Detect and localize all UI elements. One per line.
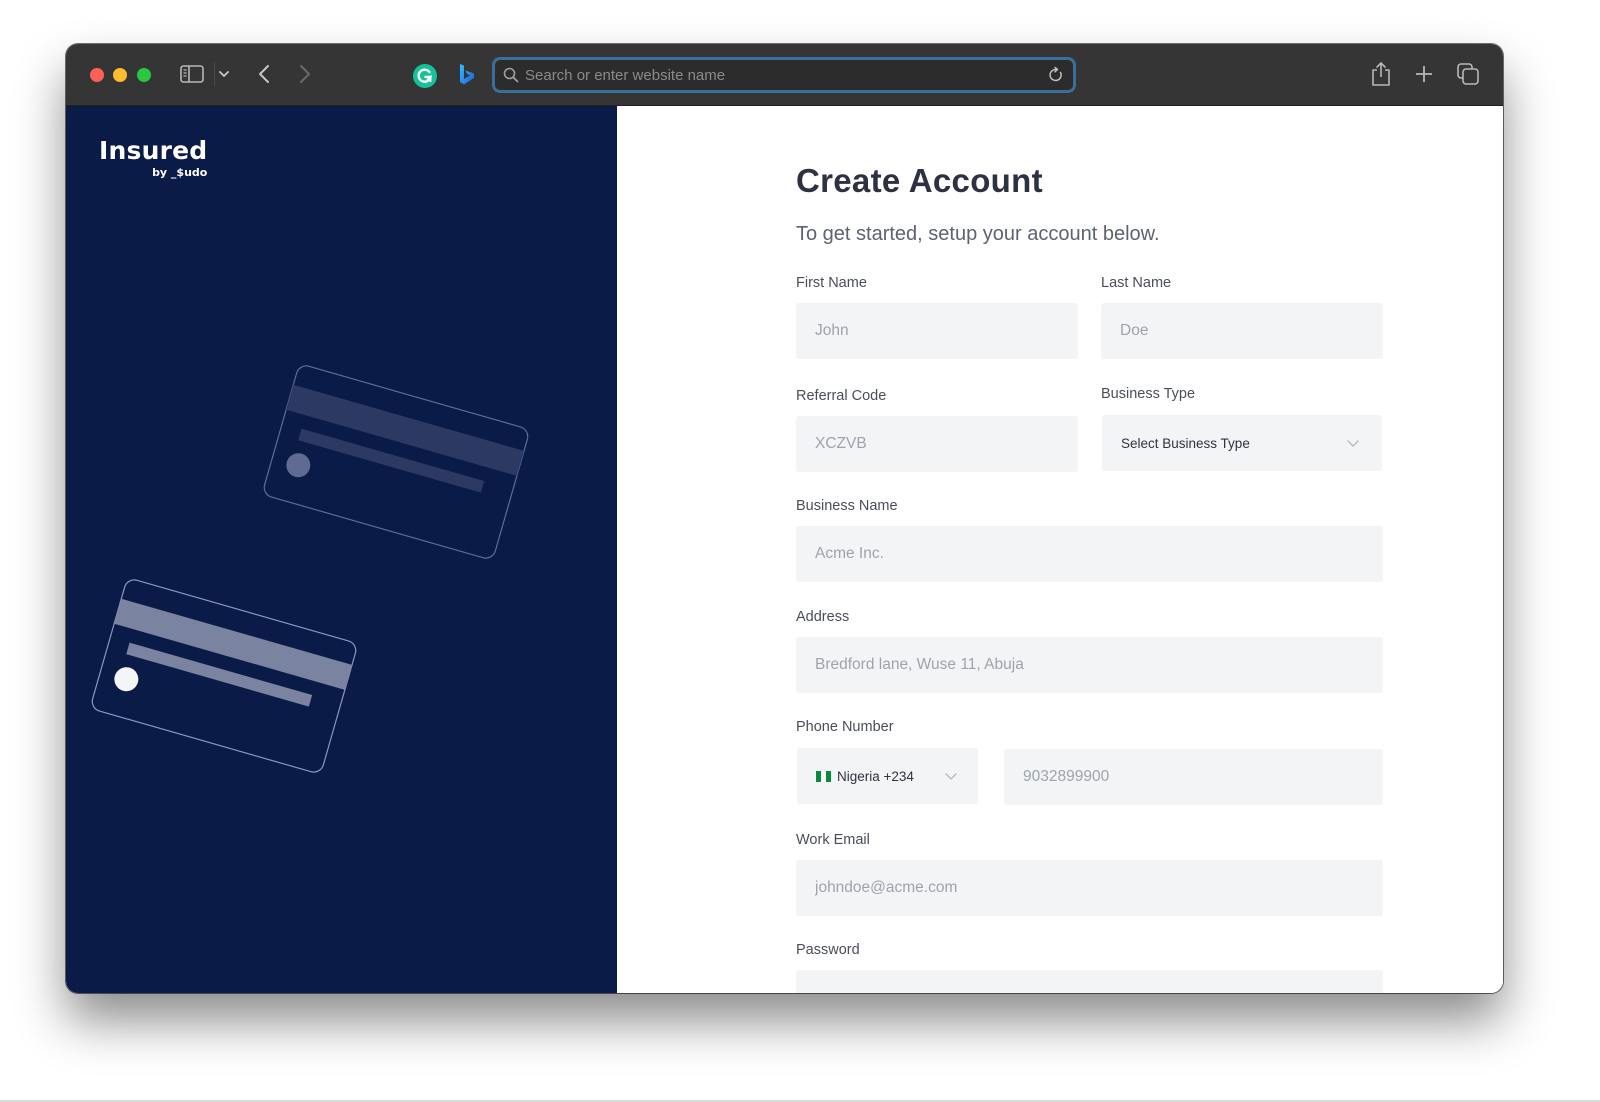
chevron-left-icon[interactable] (254, 62, 274, 86)
brand-panel: Insured by _$udo (66, 106, 617, 993)
referral-code-label: Referral Code (796, 388, 887, 404)
referral-code-field[interactable] (796, 416, 1078, 472)
card-illustration (91, 365, 529, 773)
address-field[interactable] (796, 637, 1383, 693)
phone-number-input[interactable] (1023, 768, 1383, 786)
chevron-down-icon[interactable] (217, 66, 231, 82)
referral-code-input[interactable] (815, 435, 1078, 453)
chevron-right-icon[interactable] (295, 62, 315, 86)
business-name-field[interactable] (796, 526, 1383, 582)
close-window-button[interactable] (90, 68, 104, 82)
nigeria-flag-icon (816, 770, 831, 782)
brand-name: Insured (99, 136, 208, 165)
last-name-label: Last Name (1101, 275, 1172, 291)
brand-logo: Insured by _$udo (99, 136, 208, 179)
page-subtitle: To get started, setup your account below… (796, 223, 1160, 245)
bing-icon[interactable] (457, 62, 477, 88)
tabs-icon[interactable] (1456, 62, 1480, 86)
last-name-input[interactable] (1120, 322, 1383, 340)
first-name-label: First Name (796, 275, 867, 291)
country-code-select[interactable]: Nigeria +234 (797, 748, 978, 804)
chevron-down-icon (944, 769, 958, 783)
zoom-window-button[interactable] (137, 68, 151, 82)
work-email-input[interactable] (815, 879, 1383, 897)
plus-icon[interactable] (1413, 63, 1435, 85)
address-label: Address (796, 609, 850, 625)
search-icon (503, 67, 519, 83)
password-label: Password (796, 942, 860, 958)
toolbar-divider (214, 62, 215, 86)
password-input[interactable] (815, 989, 1383, 993)
phone-number-field[interactable] (1004, 749, 1383, 805)
grammarly-icon[interactable] (412, 63, 438, 89)
first-name-input[interactable] (815, 322, 1078, 340)
page-title: Create Account (796, 162, 1043, 199)
address-input[interactable] (815, 656, 1383, 674)
browser-window: Search or enter website name Insured by … (66, 44, 1503, 993)
address-bar-placeholder: Search or enter website name (525, 66, 726, 84)
minimize-window-button[interactable] (113, 68, 127, 82)
country-code-selected: Nigeria +234 (837, 768, 914, 784)
business-name-input[interactable] (815, 545, 1383, 563)
last-name-field[interactable] (1101, 303, 1383, 359)
first-name-field[interactable] (796, 303, 1078, 359)
browser-toolbar: Search or enter website name (66, 44, 1503, 106)
business-name-label: Business Name (796, 498, 898, 514)
work-email-label: Work Email (796, 832, 870, 848)
reload-icon[interactable] (1047, 66, 1065, 84)
signup-panel: Create Account To get started, setup you… (617, 106, 1503, 993)
business-type-selected: Select Business Type (1121, 435, 1250, 451)
brand-byline: by _$udo (152, 166, 208, 179)
work-email-field[interactable] (796, 860, 1383, 916)
business-type-select[interactable]: Select Business Type (1102, 415, 1382, 471)
address-bar[interactable]: Search or enter website name (492, 57, 1076, 93)
chevron-down-icon (1346, 436, 1360, 450)
sidebar-icon[interactable] (180, 64, 204, 84)
business-type-label: Business Type (1101, 386, 1196, 402)
password-field[interactable] (796, 970, 1383, 993)
phone-number-label: Phone Number (796, 719, 894, 735)
share-icon[interactable] (1369, 60, 1393, 88)
card-illustration-front (91, 579, 357, 773)
card-illustration-back (263, 365, 529, 559)
